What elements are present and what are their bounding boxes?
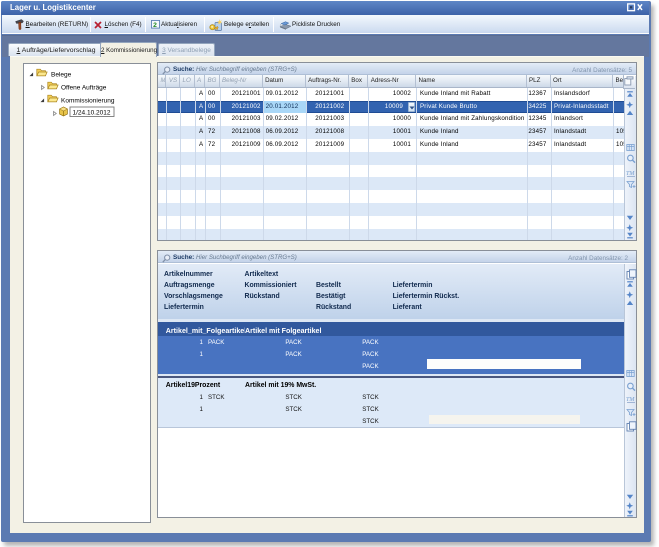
svg-text:1/24.10.2012: 1/24.10.2012 (73, 110, 111, 117)
svg-text:2: 2 (153, 22, 157, 29)
svg-text:Belege: Belege (51, 72, 72, 79)
svg-text:Kommissionierung: Kommissionierung (61, 98, 115, 105)
svg-text:Offene Aufträge: Offene Aufträge (61, 85, 107, 92)
